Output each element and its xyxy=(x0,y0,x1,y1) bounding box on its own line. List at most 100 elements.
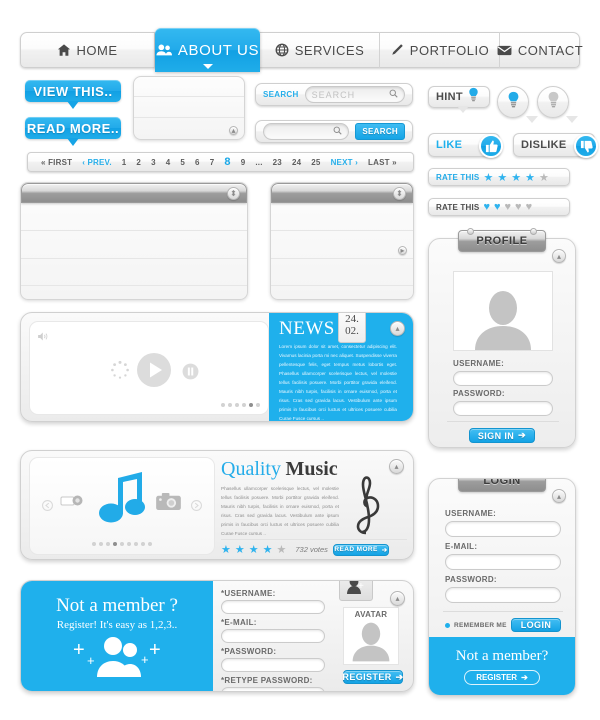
carousel-dot[interactable] xyxy=(120,542,124,546)
page-9[interactable]: 9 xyxy=(236,158,251,167)
hint-button[interactable]: HINT xyxy=(428,86,490,113)
accordion-row[interactable]: ▾ xyxy=(271,286,413,299)
page-2[interactable]: 2 xyxy=(131,158,146,167)
collapse-icon[interactable]: ▴ xyxy=(552,489,566,503)
dislike-button[interactable]: DISLIKE xyxy=(513,133,598,158)
profile-username-input[interactable] xyxy=(453,371,553,386)
heart-icon[interactable]: ♥ xyxy=(515,201,522,213)
registration-avatar-box[interactable]: AVATAR xyxy=(343,607,399,665)
accordion-header-left[interactable]: ⬍ xyxy=(21,183,247,203)
star-icon[interactable]: ★ xyxy=(263,543,273,556)
page-1[interactable]: 1 xyxy=(117,158,132,167)
carousel-dot[interactable] xyxy=(106,542,110,546)
collapse-icon[interactable]: ⬍ xyxy=(227,187,240,200)
signin-button[interactable]: SIGN IN ➔ xyxy=(469,428,535,443)
carousel-dot[interactable] xyxy=(134,542,138,546)
magnifier-icon[interactable] xyxy=(389,89,398,100)
nav-item-contact[interactable]: CONTACT xyxy=(497,32,583,68)
nav-item-portfolio[interactable]: PORTFOLIO xyxy=(380,32,500,68)
music-read-more-button[interactable]: READ MORE ➔ xyxy=(333,543,389,556)
collapse-icon[interactable]: ▴ xyxy=(390,591,405,606)
slide-dot[interactable] xyxy=(221,403,225,407)
read-more-button[interactable]: READ MORE.. xyxy=(25,117,121,146)
pause-icon[interactable] xyxy=(182,363,199,385)
collapse-icon[interactable]: ▴ xyxy=(389,459,404,474)
page-5[interactable]: 5 xyxy=(175,158,190,167)
star-icon[interactable]: ★ xyxy=(511,171,521,184)
login-username-input[interactable] xyxy=(445,521,561,537)
camera-icon[interactable] xyxy=(155,492,182,516)
profile-password-input[interactable] xyxy=(453,401,553,416)
nav-item-about-us[interactable]: ABOUT US xyxy=(155,28,260,72)
search-button[interactable]: SEARCH xyxy=(355,123,405,140)
news-video-area[interactable] xyxy=(29,321,269,415)
collapse-icon[interactable]: ▴ xyxy=(390,321,405,336)
pagination-first[interactable]: « FIRST xyxy=(36,158,77,167)
star-icon[interactable]: ★ xyxy=(525,171,535,184)
page-3[interactable]: 3 xyxy=(146,158,161,167)
carousel-dot[interactable] xyxy=(141,542,145,546)
carousel-dot[interactable] xyxy=(148,542,152,546)
slide-dot[interactable] xyxy=(256,403,260,407)
accordion-row[interactable]: ▸ xyxy=(271,231,413,259)
accordion-row[interactable] xyxy=(21,259,247,287)
star-icon[interactable]: ★ xyxy=(235,543,245,556)
slide-dot[interactable] xyxy=(242,403,246,407)
star-icon[interactable]: ★ xyxy=(539,171,549,184)
carousel-dot[interactable] xyxy=(92,542,96,546)
page-6[interactable]: 6 xyxy=(190,158,205,167)
camcorder-icon[interactable] xyxy=(60,491,86,516)
login-email-input[interactable] xyxy=(445,554,561,570)
view-this-button[interactable]: VIEW THIS.. xyxy=(25,80,121,109)
heart-icon[interactable]: ♥ xyxy=(526,201,533,213)
heart-icon[interactable]: ♥ xyxy=(505,201,512,213)
login-button[interactable]: LOGIN xyxy=(511,618,561,632)
accordion-row[interactable] xyxy=(271,259,413,287)
slide-dot[interactable] xyxy=(235,403,239,407)
nav-item-home[interactable]: HOME xyxy=(20,32,155,68)
star-icon[interactable]: ★ xyxy=(497,171,507,184)
expand-icon[interactable]: ▸ xyxy=(398,245,407,255)
star-icon[interactable]: ★ xyxy=(221,543,231,556)
page-24[interactable]: 24 xyxy=(287,158,306,167)
hint-bulb-grey-button[interactable] xyxy=(537,86,578,123)
accordion-row[interactable]: ▾ xyxy=(21,286,247,299)
register-password-input[interactable] xyxy=(221,658,325,672)
page-25[interactable]: 25 xyxy=(306,158,325,167)
slide-dot-active[interactable] xyxy=(249,403,253,407)
accordion-header-right[interactable]: ⬍ xyxy=(271,183,413,203)
play-icon[interactable] xyxy=(136,352,172,393)
carousel-dot[interactable] xyxy=(127,542,131,546)
star-icon[interactable]: ★ xyxy=(483,171,493,184)
page-4[interactable]: 4 xyxy=(161,158,176,167)
nav-item-services[interactable]: SERVICES xyxy=(260,32,380,68)
collapse-icon[interactable]: ⬍ xyxy=(393,187,406,200)
login-password-input[interactable] xyxy=(445,587,561,603)
collapse-icon[interactable]: ▴ xyxy=(229,125,238,135)
remember-me-checkbox[interactable] xyxy=(445,622,450,628)
music-carousel[interactable] xyxy=(29,457,215,555)
collapse-icon[interactable]: ▴ xyxy=(552,249,566,263)
register-button[interactable]: REGISTER ➔ xyxy=(464,669,540,685)
search-input-secondary[interactable] xyxy=(263,123,350,140)
pagination-next[interactable]: NEXT › xyxy=(326,158,363,167)
carousel-dot[interactable] xyxy=(99,542,103,546)
star-icon[interactable]: ★ xyxy=(277,543,287,556)
accordion-row[interactable] xyxy=(271,203,413,231)
heart-icon[interactable]: ♥ xyxy=(483,201,490,213)
magnifier-icon[interactable] xyxy=(333,126,343,137)
pagination-prev[interactable]: ‹ PREV. xyxy=(77,158,117,167)
register-retype-password-input[interactable] xyxy=(221,687,325,691)
star-icon[interactable]: ★ xyxy=(249,543,259,556)
hint-bulb-blue-button[interactable] xyxy=(497,86,538,123)
pagination-last[interactable]: LAST » xyxy=(363,158,402,167)
page-23[interactable]: 23 xyxy=(268,158,287,167)
heart-icon[interactable]: ♥ xyxy=(494,201,501,213)
carousel-next-button[interactable] xyxy=(190,498,203,516)
like-button[interactable]: LIKE xyxy=(428,133,503,158)
search-input[interactable]: SEARCH xyxy=(304,86,405,103)
page-7[interactable]: 7 xyxy=(205,158,220,167)
carousel-prev-button[interactable] xyxy=(41,498,54,516)
volume-icon[interactable] xyxy=(38,328,49,346)
register-username-input[interactable] xyxy=(221,600,325,614)
